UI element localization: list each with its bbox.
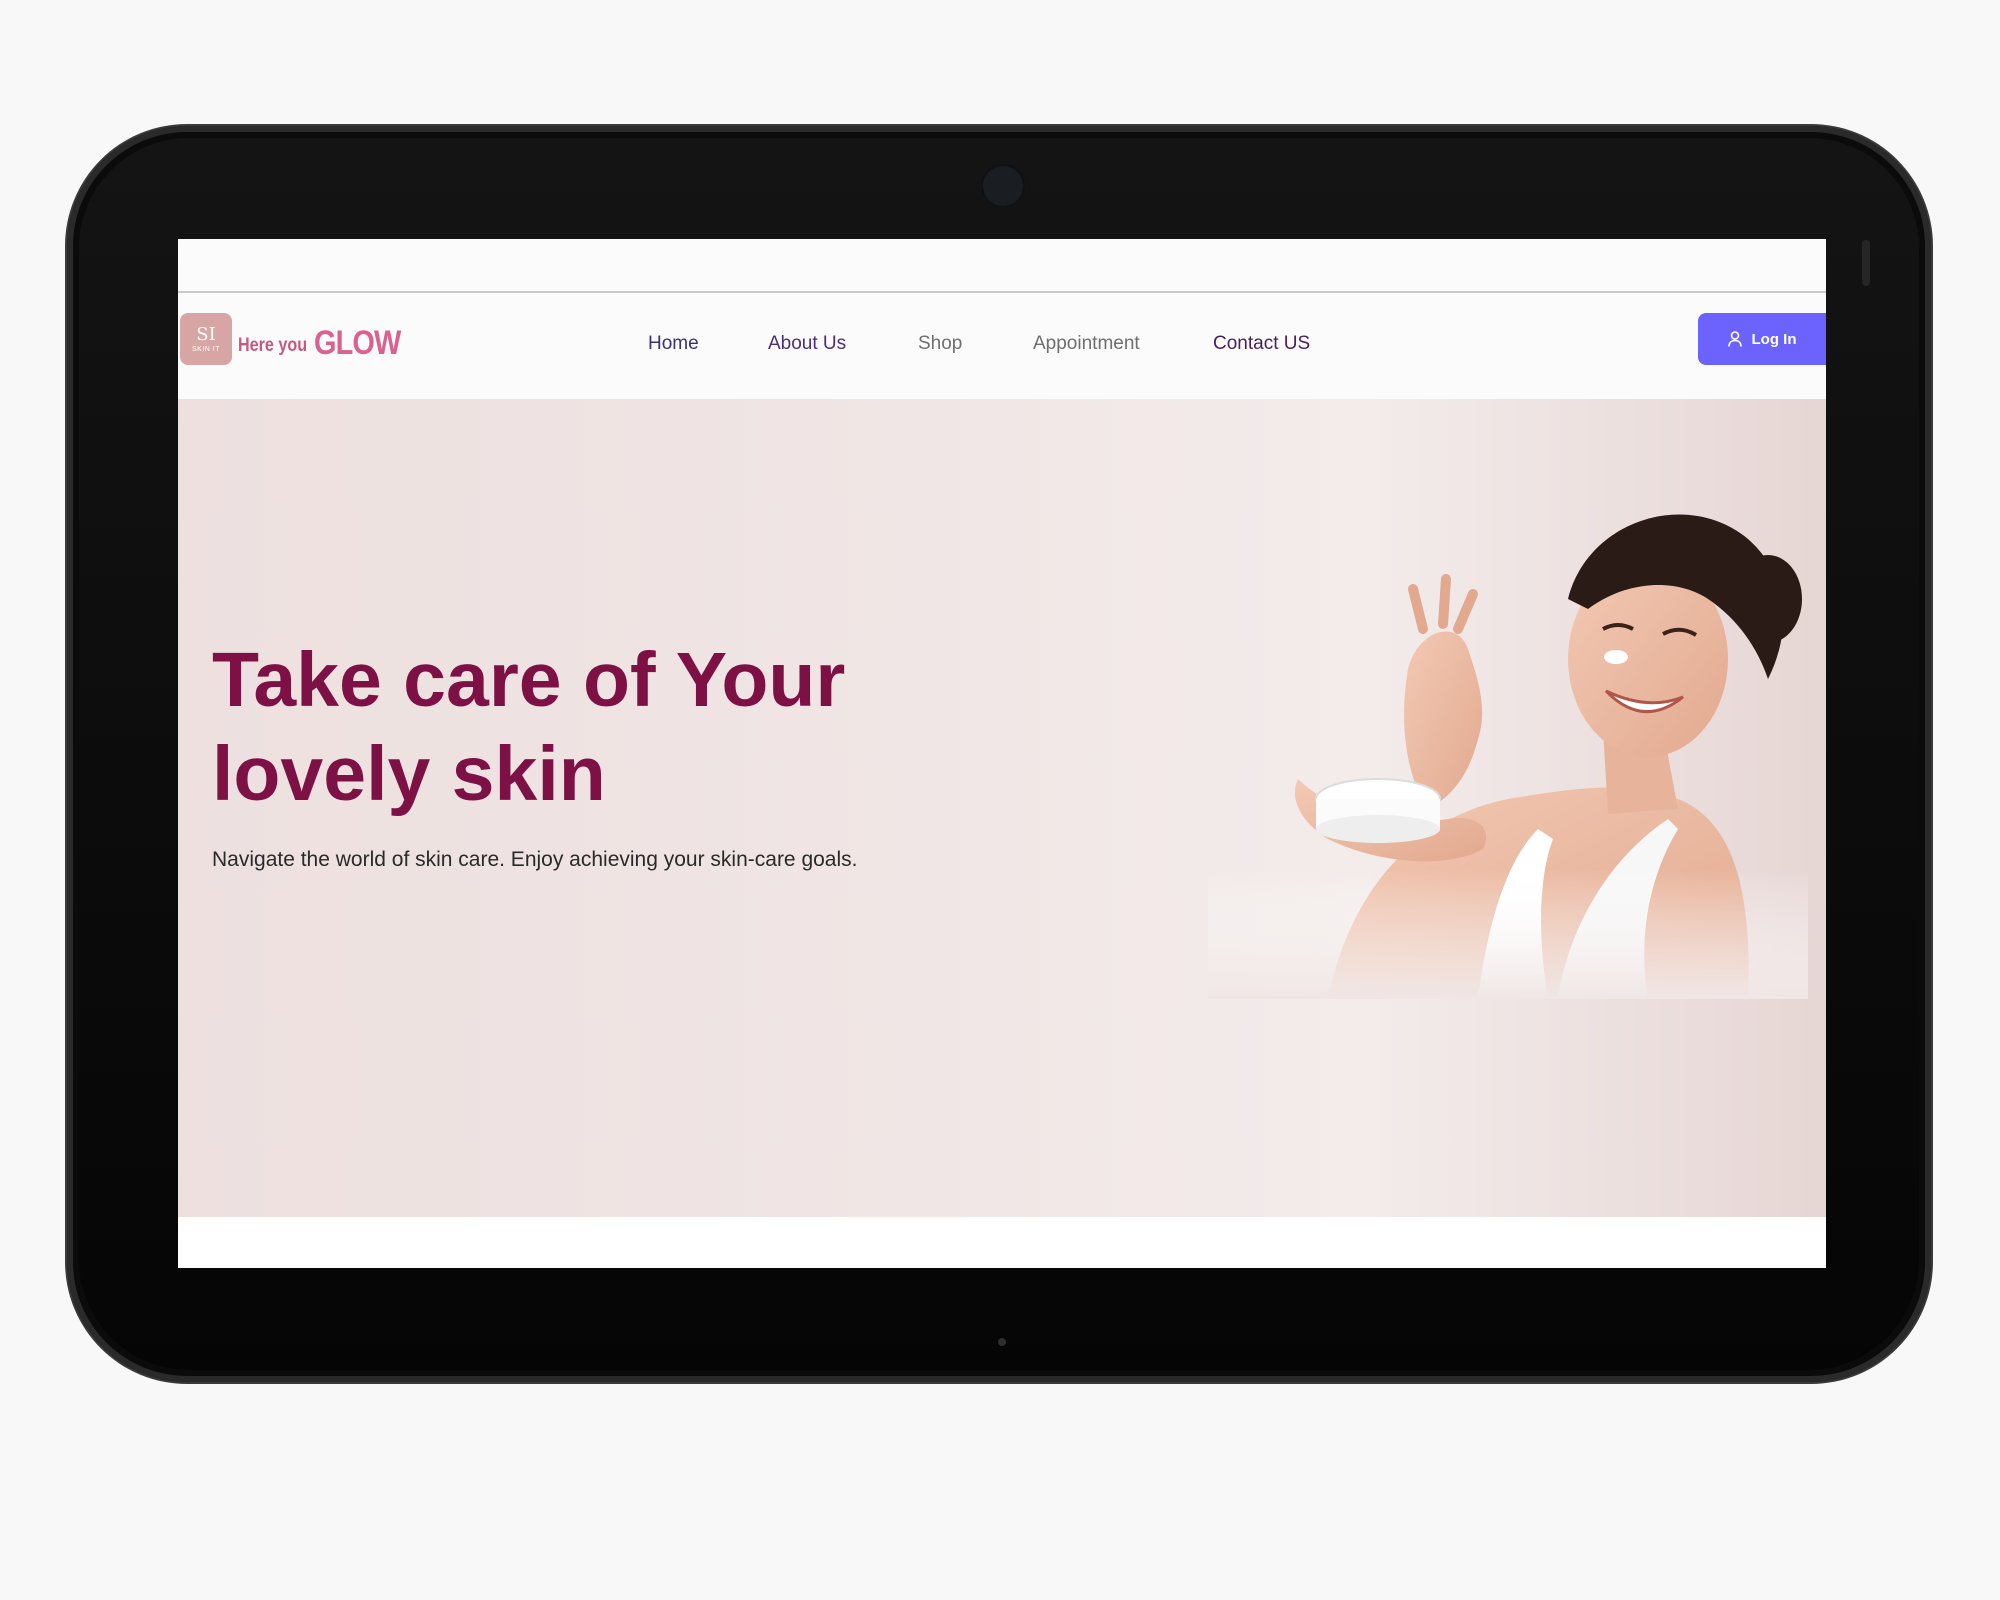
hero-title: Take care of Your lovely skin (212, 633, 972, 821)
nav-about-us[interactable]: About Us (768, 333, 846, 355)
user-icon (1727, 331, 1742, 347)
browser-screen: SI SKIN IT Here you GLOW Home About Us S… (178, 239, 1826, 1268)
nav-links: Home About Us Shop Appointment Contact U… (178, 333, 1826, 363)
nav-shop[interactable]: Shop (918, 333, 962, 355)
login-label: Log In (1751, 330, 1797, 348)
site-navbar: SI SKIN IT Here you GLOW Home About Us S… (178, 293, 1826, 399)
page-bottom-strip (178, 1217, 1826, 1268)
hero-title-line1: Take care of Your (212, 637, 846, 723)
nav-contact-us[interactable]: Contact US (1213, 333, 1310, 355)
hero-title-line2: lovely skin (212, 731, 606, 817)
camera-icon (983, 166, 1023, 206)
nav-appointment[interactable]: Appointment (1033, 333, 1140, 355)
login-button[interactable]: Log In (1698, 313, 1826, 365)
hero-section: Take care of Your lovely skin Navigate t… (178, 399, 1826, 1217)
home-indicator (998, 1338, 1006, 1346)
hero-subtitle: Navigate the world of skin care. Enjoy a… (212, 848, 858, 871)
browser-topbar (178, 239, 1826, 293)
power-button (1862, 240, 1870, 286)
hero-model-image (1208, 479, 1808, 999)
nav-home[interactable]: Home (648, 333, 699, 355)
